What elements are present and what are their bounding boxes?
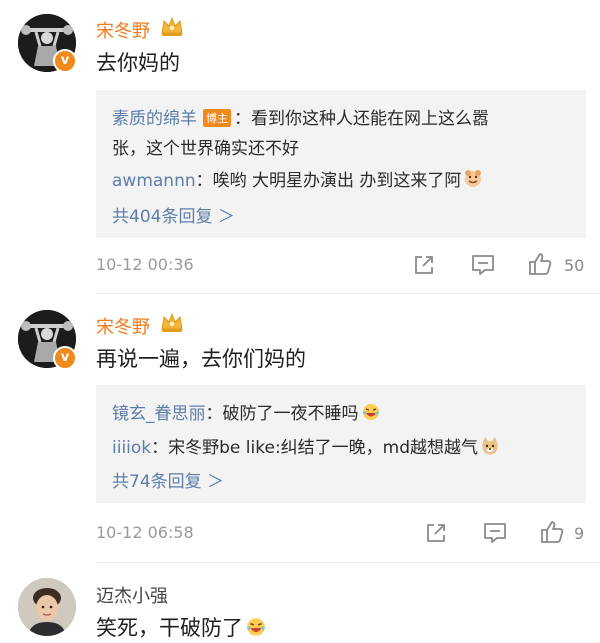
reply-item: 镜玄_眷思丽：破防了一夜不睡吗 bbox=[112, 399, 381, 424]
avatar[interactable] bbox=[18, 578, 76, 636]
reply-text: 唉哟 大明星办演出 办到这来了阿 bbox=[212, 171, 462, 191]
comment-text: 再说一遍，去你们妈的 bbox=[96, 347, 306, 371]
laughing-emoji-icon bbox=[247, 618, 265, 636]
comment-time: 10-12 06:58 bbox=[96, 523, 194, 542]
reply-sep: ： bbox=[234, 109, 251, 129]
comment-text: 笑死，干破防了 bbox=[96, 612, 267, 642]
crown-icon bbox=[161, 16, 183, 36]
reply-box: 素质的绵羊 博主 ：看到你这种人还能在网上这么嚣 张，这个世界确实还不好 awman… bbox=[96, 90, 586, 238]
reply-text: 破防了一夜不睡吗 bbox=[222, 404, 359, 424]
author-badge: 博主 bbox=[203, 109, 231, 127]
sneer-emoji-icon bbox=[465, 170, 482, 187]
comment-icon[interactable] bbox=[470, 253, 496, 277]
doge-emoji-icon bbox=[482, 437, 498, 455]
more-replies-link[interactable]: 共404条回复 ＞ bbox=[112, 202, 235, 227]
comment-icon[interactable] bbox=[482, 521, 508, 545]
reply-item: awmannn：唉哟 大明星办演出 办到这来了阿 bbox=[112, 166, 483, 191]
laughing-emoji-icon bbox=[362, 404, 379, 420]
reply-sep: ： bbox=[205, 404, 223, 424]
like-count: 50 bbox=[564, 256, 585, 275]
comment-text-content: 笑死，干破防了 bbox=[96, 616, 243, 640]
forward-icon[interactable] bbox=[412, 253, 436, 277]
crown-icon bbox=[161, 312, 183, 332]
reply-author[interactable]: 镜玄_眷思丽 bbox=[112, 404, 206, 424]
reply-author[interactable]: iiiiok bbox=[112, 438, 151, 458]
comment-text: 去你妈的 bbox=[96, 51, 180, 75]
reply-author[interactable]: 素质的绵羊 bbox=[112, 109, 197, 129]
forward-icon[interactable] bbox=[424, 521, 448, 545]
reply-text-continued: 张，这个世界确实还不好 bbox=[112, 139, 299, 159]
reply-sep: ： bbox=[151, 438, 169, 458]
comment-author[interactable]: 宋冬野 bbox=[96, 17, 150, 43]
verified-icon: v bbox=[53, 346, 77, 370]
reply-text: 宋冬野be like:纠结了一晚，md越想越气 bbox=[168, 438, 479, 458]
divider bbox=[96, 562, 600, 563]
comment-author[interactable]: 迈杰小强 bbox=[96, 582, 168, 608]
thumbs-up-icon[interactable] bbox=[527, 251, 553, 277]
comment-time: 10-12 00:36 bbox=[96, 255, 194, 274]
verified-icon: v bbox=[53, 49, 77, 73]
comment-author[interactable]: 宋冬野 bbox=[96, 313, 150, 339]
reply-box: 镜玄_眷思丽：破防了一夜不睡吗 iiiiok：宋冬野be like:纠结了一晚，… bbox=[96, 385, 586, 503]
thumbs-up-icon[interactable] bbox=[539, 519, 565, 545]
reply-item: iiiiok：宋冬野be like:纠结了一晚，md越想越气 bbox=[112, 433, 500, 458]
more-replies-link[interactable]: 共74条回复 ＞ bbox=[112, 467, 224, 492]
reply-item: 素质的绵羊 博主 ：看到你这种人还能在网上这么嚣 bbox=[112, 104, 489, 129]
reply-text: 看到你这种人还能在网上这么嚣 bbox=[251, 109, 489, 129]
reply-sep: ： bbox=[195, 171, 213, 191]
like-count: 9 bbox=[574, 524, 585, 543]
divider bbox=[96, 293, 600, 294]
reply-author[interactable]: awmannn bbox=[112, 171, 196, 191]
